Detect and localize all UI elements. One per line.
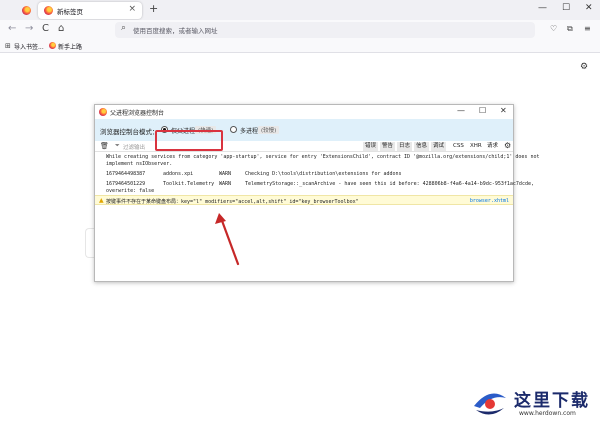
annotation-arrow [215, 213, 240, 266]
watermark-url: www.herdown.com [519, 410, 576, 417]
watermark-title: 这里下载 [514, 391, 590, 411]
watermark-logo [474, 393, 506, 415]
